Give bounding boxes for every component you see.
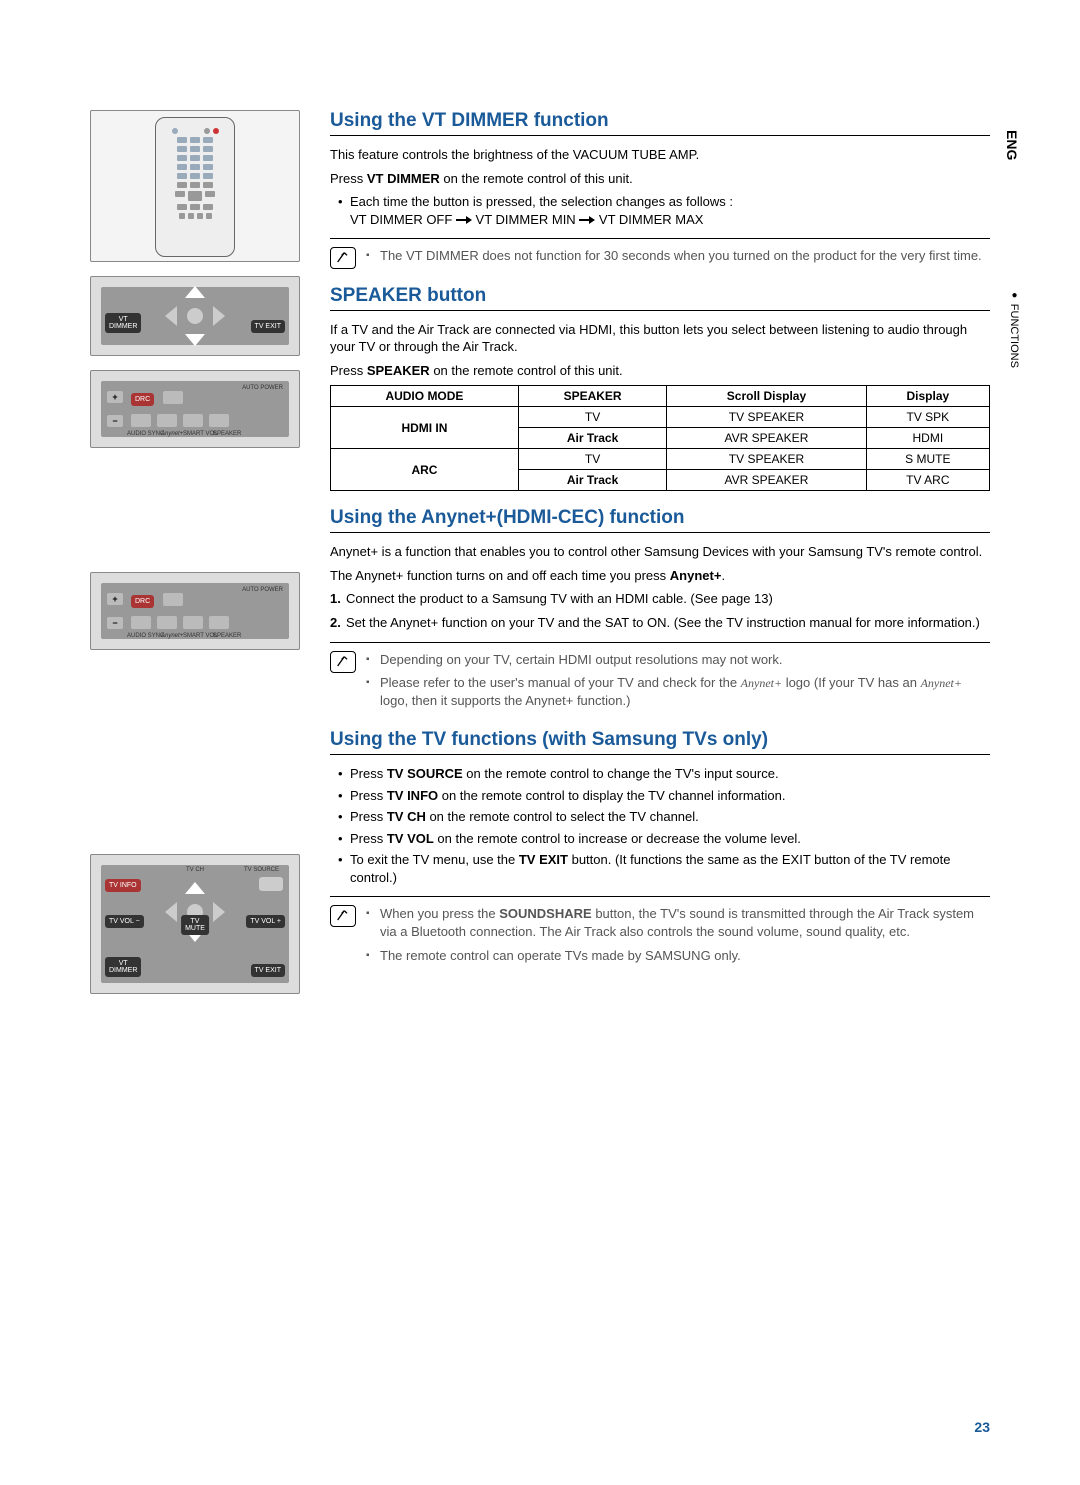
- tv-vol-bullet: Press TV VOL on the remote control to in…: [338, 830, 990, 848]
- remote-full-figure: [90, 110, 300, 262]
- anynet-note: Depending on your TV, certain HDMI outpu…: [330, 642, 990, 716]
- note-text: When you press the SOUNDSHARE button, th…: [366, 905, 990, 940]
- note-icon: [330, 905, 356, 927]
- th-scroll: Scroll Display: [667, 386, 866, 407]
- note-text: The VT DIMMER does not function for 30 s…: [366, 247, 990, 265]
- tv-functions-figure: TV CH TV SOURCE TV INFO TV VOL − TV MUTE…: [90, 854, 300, 994]
- anynet-figure: + − DRC AUTO POWER AUDIO SYNC Anynet+ SM…: [90, 572, 300, 650]
- vt-dimmer-note: The VT DIMMER does not function for 30 s…: [330, 238, 990, 271]
- arrow-icon: [579, 216, 595, 224]
- speaker-press: Press SPEAKER on the remote control of t…: [330, 362, 990, 380]
- note-text: Please refer to the user's manual of you…: [366, 674, 990, 709]
- vt-dimmer-press: Press VT DIMMER on the remote control of…: [330, 170, 990, 188]
- page-number: 23: [974, 1419, 990, 1435]
- vt-dimmer-title: Using the VT DIMMER function: [330, 110, 990, 136]
- tv-ch-bullet: Press TV CH on the remote control to sel…: [338, 808, 990, 826]
- tv-exit-bullet: To exit the TV menu, use the TV EXIT but…: [338, 851, 990, 886]
- anynet-step2: 2.Set the Anynet+ function on your TV an…: [330, 614, 990, 632]
- note-icon: [330, 651, 356, 673]
- vt-dimmer-bullet: Each time the button is pressed, the sel…: [338, 193, 990, 228]
- th-speaker: SPEAKER: [518, 386, 666, 407]
- speaker-table: AUDIO MODE SPEAKER Scroll Display Displa…: [330, 385, 990, 491]
- anynet-step1: 1.Connect the product to a Samsung TV wi…: [330, 590, 990, 608]
- tv-info-bullet: Press TV INFO on the remote control to d…: [338, 787, 990, 805]
- anynet-title: Using the Anynet+(HDMI-CEC) function: [330, 507, 990, 533]
- section-tab: FUNCTIONS: [1008, 290, 1020, 368]
- anynet-press: The Anynet+ function turns on and off ea…: [330, 567, 990, 585]
- tv-functions-title: Using the TV functions (with Samsung TVs…: [330, 729, 990, 755]
- vt-dimmer-desc: This feature controls the brightness of …: [330, 146, 990, 164]
- note-text: The remote control can operate TVs made …: [366, 947, 990, 965]
- speaker-figure: + − DRC AUTO POWER AUDIO SYNC Anynet+ SM…: [90, 370, 300, 448]
- tv-note: When you press the SOUNDSHARE button, th…: [330, 896, 990, 970]
- anynet-desc: Anynet+ is a function that enables you t…: [330, 543, 990, 561]
- tv-source-bullet: Press TV SOURCE on the remote control to…: [338, 765, 990, 783]
- figures-column: VT DIMMER TV EXIT + − DRC AUTO POWER AUD…: [90, 110, 300, 1008]
- note-text: Depending on your TV, certain HDMI outpu…: [366, 651, 990, 669]
- table-row: HDMI IN TVTV SPEAKERTV SPK: [331, 407, 990, 428]
- arrow-icon: [456, 216, 472, 224]
- speaker-desc: If a TV and the Air Track are connected …: [330, 321, 990, 356]
- vt-dimmer-figure: VT DIMMER TV EXIT: [90, 276, 300, 356]
- th-display: Display: [866, 386, 989, 407]
- speaker-title: SPEAKER button: [330, 285, 990, 311]
- anynet-logo: Anynet+: [921, 676, 962, 690]
- anynet-logo: Anynet+: [741, 676, 782, 690]
- language-tab: ENG: [1004, 130, 1020, 160]
- note-icon: [330, 247, 356, 269]
- content-column: Using the VT DIMMER function This featur…: [330, 110, 990, 1008]
- table-row: ARC TVTV SPEAKERS MUTE: [331, 449, 990, 470]
- th-audio-mode: AUDIO MODE: [331, 386, 519, 407]
